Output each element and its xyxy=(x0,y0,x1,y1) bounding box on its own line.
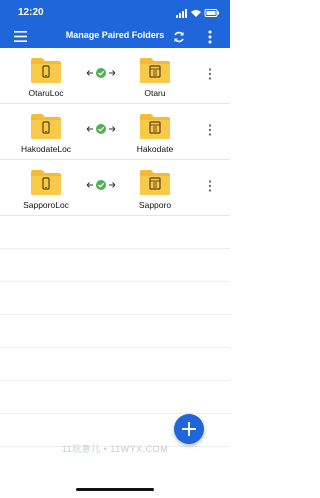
remote-folder-icon xyxy=(140,114,170,139)
row-more-icon[interactable] xyxy=(208,180,212,192)
plus-icon xyxy=(182,422,196,436)
system-status-icons xyxy=(176,9,219,18)
empty-row xyxy=(0,216,230,249)
local-folder-icon xyxy=(31,58,61,83)
local-folder-name: SapporoLoc xyxy=(23,200,69,210)
page-title: Manage Paired Folders xyxy=(65,30,165,40)
remote-folder-icon xyxy=(140,170,170,195)
remote-folder-icon xyxy=(140,58,170,83)
local-folder-icon xyxy=(31,170,61,195)
remote-folder-name: Hakodate xyxy=(136,144,174,154)
empty-row xyxy=(0,282,230,315)
empty-row xyxy=(0,249,230,282)
remote-folder-name: Otaru xyxy=(144,88,166,98)
paired-folder-list: OtaruLoc Otaru HakodateLoc Hakodate Sapp… xyxy=(0,48,230,447)
row-more-icon[interactable] xyxy=(208,68,212,80)
local-folder-name: OtaruLoc xyxy=(28,88,64,98)
remote-folder-name: Sapporo xyxy=(138,200,172,210)
sync-status-icon xyxy=(86,124,116,134)
sync-icon[interactable] xyxy=(172,30,186,44)
status-bar: 12:20 xyxy=(0,0,230,26)
home-indicator xyxy=(76,488,154,491)
app-bar: Manage Paired Folders xyxy=(0,26,230,48)
pair-row[interactable]: HakodateLoc Hakodate xyxy=(0,104,230,160)
empty-row xyxy=(0,348,230,381)
add-pair-button[interactable] xyxy=(174,414,204,444)
more-vert-icon[interactable] xyxy=(208,30,212,44)
row-more-icon[interactable] xyxy=(208,124,212,136)
pair-row[interactable]: OtaruLoc Otaru xyxy=(0,48,230,104)
pair-row[interactable]: SapporoLoc Sapporo xyxy=(0,160,230,216)
sync-status-icon xyxy=(86,68,116,78)
empty-row xyxy=(0,315,230,348)
status-time: 12:20 xyxy=(18,7,44,18)
sync-status-icon xyxy=(86,180,116,190)
local-folder-icon xyxy=(31,114,61,139)
empty-row xyxy=(0,381,230,414)
watermark: 11玩意儿 • 11WYX.COM xyxy=(61,444,169,454)
local-folder-name: HakodateLoc xyxy=(20,144,72,154)
